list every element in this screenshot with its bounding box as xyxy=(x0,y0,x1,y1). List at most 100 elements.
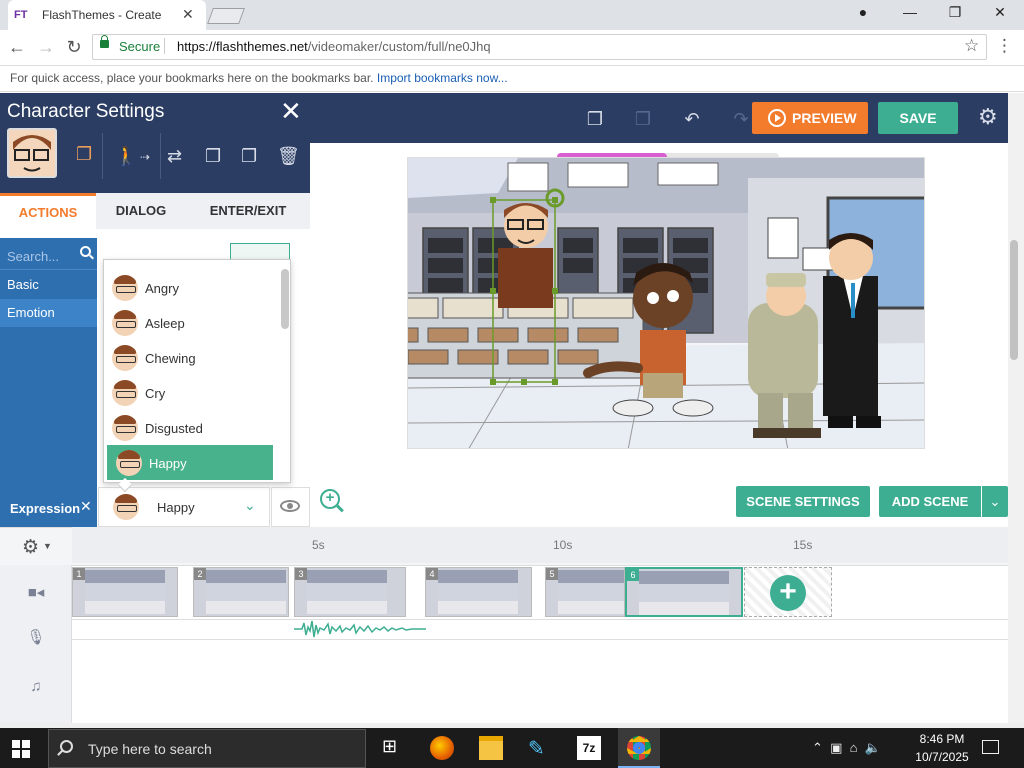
browser-menu-icon[interactable]: ⋮ xyxy=(996,36,1013,56)
scene-number: 6 xyxy=(627,569,639,581)
save-button[interactable]: SAVE xyxy=(878,102,958,134)
preview-label: PREVIEW xyxy=(792,110,857,126)
paste-icon[interactable]: ❐ xyxy=(633,109,653,129)
taskbar-search-placeholder: Type here to search xyxy=(88,741,212,757)
zoom-in-icon[interactable]: + xyxy=(320,489,340,509)
disgusted-face-icon xyxy=(112,415,138,441)
paint-icon[interactable]: ✎ xyxy=(528,736,552,760)
add-scene-menu-chevron-icon[interactable]: ⌄ xyxy=(982,486,1008,517)
reload-icon[interactable]: ↻ xyxy=(63,37,85,58)
category-emotion[interactable]: Emotion xyxy=(0,299,97,327)
lock-icon xyxy=(100,35,109,48)
option-label: Chewing xyxy=(145,351,196,366)
panel-close-icon[interactable]: ✕ xyxy=(280,96,302,127)
system-tray-icons[interactable]: ⌃ ▣ ⌂ 🔈 xyxy=(812,740,881,756)
back-arrow-icon[interactable]: ← xyxy=(6,37,28,58)
undo-icon[interactable]: ↶ xyxy=(682,109,702,129)
scene-number: 1 xyxy=(73,568,85,580)
tab-enter-exit[interactable]: ENTER/EXIT xyxy=(186,193,310,229)
scene-thumbnail[interactable]: 4 xyxy=(425,567,532,617)
timeline-row-voice xyxy=(0,619,1008,639)
windows-start-icon[interactable] xyxy=(12,740,30,758)
voice-waveform[interactable] xyxy=(294,619,426,639)
scene-canvas[interactable] xyxy=(407,157,925,449)
scene-preview xyxy=(206,570,286,614)
minimize-button[interactable]: — xyxy=(895,4,925,20)
tab-dialog[interactable]: DIALOG xyxy=(96,193,186,229)
forward-arrow-icon[interactable]: → xyxy=(35,37,57,58)
scene-thumbnail[interactable]: 1 xyxy=(72,567,178,617)
expression-clear-icon[interactable]: ✕ xyxy=(80,498,92,515)
scene-thumbnail[interactable]: 5 xyxy=(545,567,625,617)
add-scene-button[interactable]: ADD SCENE xyxy=(879,486,981,517)
restore-button[interactable]: ❐ xyxy=(940,4,970,21)
url-divider xyxy=(164,38,165,54)
preview-button[interactable]: PREVIEW xyxy=(752,102,868,134)
plus-icon[interactable]: + xyxy=(770,575,806,611)
notification-icon[interactable] xyxy=(982,740,999,754)
redo-icon[interactable]: ↷ xyxy=(731,109,751,129)
page-scrollbar-thumb[interactable] xyxy=(1010,240,1018,360)
new-tab-button[interactable] xyxy=(207,8,245,24)
search-icon[interactable] xyxy=(80,246,91,257)
tab-close-icon[interactable]: ✕ xyxy=(182,6,194,23)
scene-thumbnail-selected[interactable]: 6 xyxy=(625,567,743,617)
url-host: https://flashthemes.net xyxy=(177,39,308,54)
flashthemes-favicon-icon: FT xyxy=(14,8,30,22)
walk-arrow-icon: ⇢ xyxy=(140,150,151,164)
copy-character-icon[interactable]: ❐ xyxy=(205,146,221,167)
tab-actions[interactable]: ACTIONS xyxy=(0,193,96,229)
scene-number: 5 xyxy=(546,568,558,580)
flip-icon[interactable]: ⇄ xyxy=(167,146,182,167)
settings-gear-icon[interactable]: ⚙ xyxy=(978,104,998,130)
account-icon[interactable]: ● xyxy=(848,4,878,20)
chewing-face-icon xyxy=(112,345,138,371)
panel-title: Character Settings xyxy=(7,101,165,122)
copy-icon[interactable]: ❐ xyxy=(585,109,605,129)
timeline-gear-icon[interactable]: ⚙ xyxy=(22,536,39,559)
scene-illustration xyxy=(408,158,924,448)
character-avatar xyxy=(7,128,57,178)
url-path: /videomaker/custom/full/ne0Jhq xyxy=(307,39,491,54)
task-view-icon[interactable]: ⊞ xyxy=(382,736,406,760)
panel-divider xyxy=(102,133,103,179)
expression-option-happy[interactable]: Happy xyxy=(107,445,273,480)
walk-icon[interactable]: 🚶 xyxy=(115,146,137,167)
tick-10s: 10s xyxy=(553,538,573,552)
swap-character-icon[interactable]: ❐ xyxy=(76,144,92,165)
delete-icon[interactable]: 🗑 xyxy=(277,146,300,167)
expression-option-chewing[interactable]: Chewing xyxy=(103,340,273,375)
clock-date[interactable]: 10/7/2025 xyxy=(912,750,972,764)
scene-thumbnail[interactable]: 2 xyxy=(193,567,289,617)
import-bookmarks-link[interactable]: Import bookmarks now... xyxy=(377,71,508,85)
dropdown-scrollbar[interactable] xyxy=(281,269,289,329)
page-scrollbar[interactable] xyxy=(1008,93,1024,723)
paste-character-icon[interactable]: ❐ xyxy=(241,146,257,167)
url-text: https://flashthemes.net/videomaker/custo… xyxy=(177,39,491,54)
chevron-down-icon[interactable]: ⌄ xyxy=(244,497,256,514)
firefox-icon[interactable] xyxy=(430,736,454,760)
scene-preview xyxy=(639,571,729,615)
7zip-icon[interactable]: 7z xyxy=(577,736,601,760)
cry-face-icon xyxy=(112,380,138,406)
timeline-gear-caret-icon[interactable]: ▼ xyxy=(43,541,52,551)
expression-option-disgusted[interactable]: Disgusted xyxy=(103,410,273,445)
window-close-button[interactable]: ✕ xyxy=(985,4,1015,21)
option-label: Asleep xyxy=(145,316,185,331)
happy-face-icon xyxy=(116,450,142,476)
taskbar-search-icon xyxy=(60,740,73,753)
expression-option-asleep[interactable]: Asleep xyxy=(103,305,273,340)
bookmark-star-icon[interactable]: ☆ xyxy=(964,36,979,56)
play-icon xyxy=(768,109,786,127)
expression-option-angry[interactable]: Angry xyxy=(103,270,273,305)
timeline-ruler[interactable] xyxy=(72,527,1008,563)
angry-face-icon xyxy=(112,275,138,301)
scene-settings-button[interactable]: SCENE SETTINGS xyxy=(736,486,870,517)
scene-number: 3 xyxy=(295,568,307,580)
expression-option-cry[interactable]: Cry xyxy=(103,375,273,410)
file-explorer-icon[interactable] xyxy=(479,736,503,760)
clock-time[interactable]: 8:46 PM xyxy=(912,732,972,746)
scene-thumbnail[interactable]: 3 xyxy=(294,567,406,617)
category-basic[interactable]: Basic xyxy=(0,271,97,299)
timeline-row-music xyxy=(0,639,1008,723)
